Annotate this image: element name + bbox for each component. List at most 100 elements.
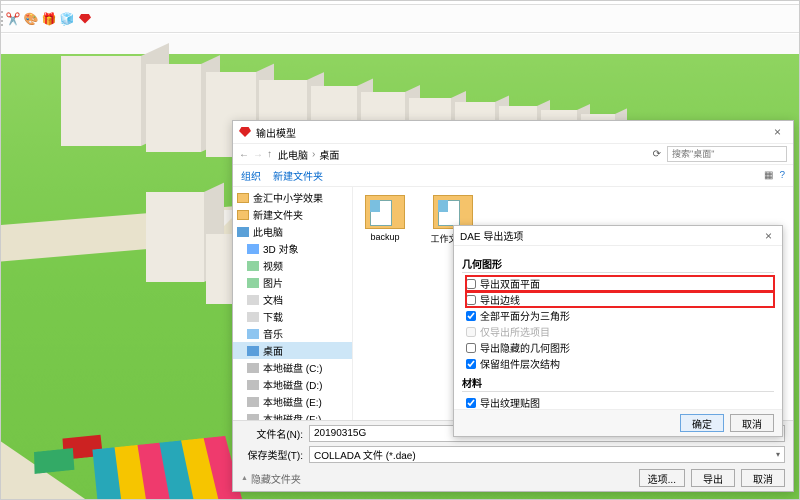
tree-item[interactable]: 视频 [233,257,352,274]
address-bar: ← → ↑ 此电脑 桌面 ⟳ [233,143,793,165]
options-cancel-button[interactable]: 取消 [730,414,774,432]
pic-icon [247,278,259,288]
savetype-label: 保存类型(T): [241,447,303,462]
tree-item-label: 3D 对象 [263,241,299,256]
close-icon[interactable]: × [768,125,787,139]
checkbox-input[interactable] [466,279,476,289]
option-label: 导出边线 [480,292,520,307]
tree-item-label: 此电脑 [253,224,283,239]
option-checkbox[interactable]: 保留组件层次结构 [466,356,774,371]
section-heading: 几何图形 [462,256,774,273]
savetype-select[interactable]: COLLADA 文件 (*.dae) [309,446,785,463]
breadcrumb-part[interactable]: 桌面 [319,147,339,162]
paint-icon[interactable]: 🎨 [23,11,39,27]
cube-icon [247,244,259,254]
tree-item[interactable]: 金汇中小学效果 [233,189,352,206]
section-heading: 材料 [462,375,774,392]
tree-item[interactable]: 桌面 [233,342,352,359]
tree-item[interactable]: 本地磁盘 (E:) [233,393,352,410]
pic-icon [247,261,259,271]
file-item[interactable]: backup [361,195,409,242]
tree-item-label: 文档 [263,292,283,307]
folder-icon [237,210,249,220]
dl-icon [247,312,259,322]
refresh-icon[interactable]: ⟳ [653,149,661,160]
checkbox-input[interactable] [466,343,476,353]
ok-button[interactable]: 确定 [680,414,724,432]
desk-icon [247,346,259,356]
view-icon[interactable]: ▦ [764,170,773,181]
option-label: 导出隐藏的几何图形 [480,340,570,355]
ruby-icon[interactable] [77,11,93,27]
toolbar: ✂️ 🎨 🎁 🧊 [1,5,799,33]
option-label: 导出双面平面 [480,276,540,291]
tree-item[interactable]: 文档 [233,291,352,308]
option-checkbox: 仅导出所选项目 [466,324,774,339]
tree-item[interactable]: 图片 [233,274,352,291]
option-checkbox[interactable]: 导出隐藏的几何图形 [466,340,774,355]
search-input[interactable] [667,146,787,162]
dialog-titlebar: 输出模型 × [233,121,793,143]
folder-icon [433,195,473,229]
new-folder-button[interactable]: 新建文件夹 [273,168,323,183]
dialog-title: 输出模型 [256,125,296,140]
gift-icon[interactable]: 🎁 [41,11,57,27]
cancel-button[interactable]: 取消 [741,469,785,487]
tree-item-label: 音乐 [263,326,283,341]
mus-icon [247,329,259,339]
checkbox-input[interactable] [466,311,476,321]
tree-item-label: 图片 [263,275,283,290]
folder-tree[interactable]: 金汇中小学效果新建文件夹此电脑 3D 对象视频图片文档下载音乐桌面本地磁盘 (C:… [233,187,353,420]
toolbar-row: 组织 新建文件夹 ▦ ? [233,165,793,187]
tree-item-label: 下载 [263,309,283,324]
tree-item[interactable]: 本地磁盘 (C:) [233,359,352,376]
tree-item-label: 新建文件夹 [253,207,303,222]
export-button[interactable]: 导出 [691,469,735,487]
checkbox-input [466,327,476,337]
options-title: DAE 导出选项 [460,228,523,243]
forward-icon[interactable]: → [253,149,263,160]
folder-icon [237,193,249,203]
folder-icon [365,195,405,229]
tree-item-label: 本地磁盘 (E:) [263,394,322,409]
close-icon[interactable]: × [761,229,776,243]
back-icon[interactable]: ← [239,149,249,160]
option-label: 仅导出所选项目 [480,324,550,339]
option-checkbox[interactable]: 导出双面平面 [466,276,774,291]
hide-folders-toggle[interactable]: 隐藏文件夹 [241,471,301,486]
drive-icon [247,380,259,390]
drive-icon [247,397,259,407]
option-label: 保留组件层次结构 [480,356,560,371]
option-label: 导出纹理贴图 [480,395,540,409]
option-checkbox[interactable]: 导出纹理贴图 [466,395,774,409]
option-checkbox[interactable]: 全部平面分为三角形 [466,308,774,323]
scissors-icon[interactable]: ✂️ [5,11,21,27]
tree-item[interactable]: 本地磁盘 (D:) [233,376,352,393]
tree-item-label: 视频 [263,258,283,273]
up-icon[interactable]: ↑ [267,149,272,160]
breadcrumb[interactable]: 此电脑 桌面 [278,147,647,162]
option-checkbox[interactable]: 导出边线 [466,292,774,307]
checkbox-input[interactable] [466,359,476,369]
options-titlebar: DAE 导出选项 × [454,226,782,246]
checkbox-input[interactable] [466,398,476,408]
doc-icon [247,295,259,305]
tree-item[interactable]: 本地磁盘 (F:) [233,410,352,420]
file-label: backup [361,232,409,242]
tree-item[interactable]: 新建文件夹 [233,206,352,223]
tree-item[interactable]: 3D 对象 [233,240,352,257]
tree-item-label: 桌面 [263,343,283,358]
tree-item-label: 金汇中小学效果 [253,190,323,205]
tree-item[interactable]: 音乐 [233,325,352,342]
breadcrumb-part[interactable]: 此电脑 [278,147,308,162]
checkbox-input[interactable] [466,295,476,305]
tree-item[interactable]: 下载 [233,308,352,325]
organize-button[interactable]: 组织 [241,168,261,183]
tree-item-label: 本地磁盘 (F:) [263,411,321,420]
filename-label: 文件名(N): [241,426,303,441]
help-icon[interactable]: ? [779,170,785,181]
swatch-icon[interactable]: 🧊 [59,11,75,27]
options-button[interactable]: 选项... [639,469,685,487]
dae-options-dialog: DAE 导出选项 × 几何图形导出双面平面导出边线全部平面分为三角形仅导出所选项… [453,225,783,437]
tree-item[interactable]: 此电脑 [233,223,352,240]
